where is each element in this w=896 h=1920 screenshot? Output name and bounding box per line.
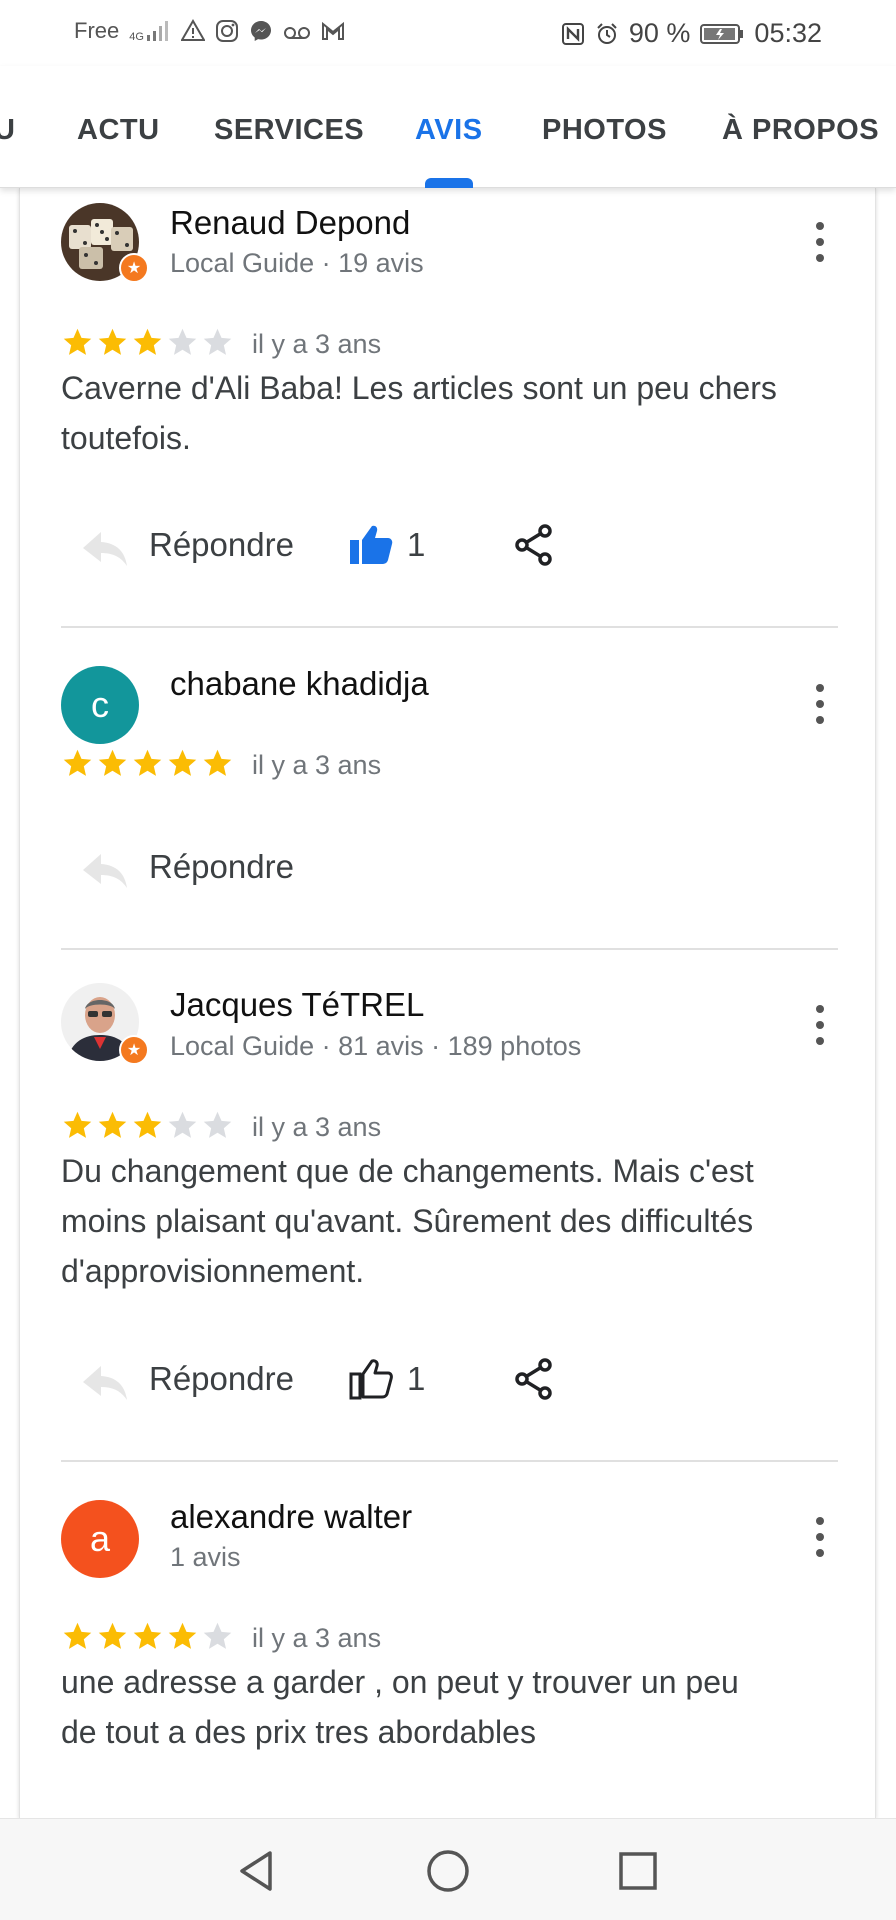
star-filled-icon — [98, 1111, 127, 1138]
tab-overview[interactable]: U — [0, 114, 15, 147]
avatar[interactable]: a — [61, 1500, 139, 1578]
star-filled-icon — [63, 1622, 92, 1649]
thumbs-up-outline-icon[interactable] — [348, 1356, 394, 1402]
like-count: 1 — [407, 526, 426, 563]
reply-arrow-icon[interactable] — [81, 1362, 129, 1402]
status-bar: Free 4G 90 % 05:32 — [0, 0, 896, 66]
like-count: 1 — [407, 1360, 426, 1397]
voicemail-icon — [283, 27, 310, 39]
reply-arrow-icon[interactable] — [81, 528, 129, 568]
review-author[interactable]: Jacques TéTREL — [170, 986, 424, 1024]
review-actions: Répondre 1 — [61, 516, 761, 576]
more-vert-icon[interactable] — [810, 1005, 830, 1045]
star-empty-icon — [203, 328, 232, 355]
warning-icon — [180, 19, 205, 41]
star-rating — [61, 1109, 234, 1142]
status-left: Free 4G — [74, 18, 345, 44]
local-guide-badge-icon: ★ — [119, 253, 149, 283]
star-filled-icon — [98, 1622, 127, 1649]
star-filled-icon — [98, 749, 127, 776]
review-author-meta: Local Guide · 19 avis — [170, 248, 424, 278]
star-rating — [61, 326, 234, 359]
star-filled-icon — [168, 749, 197, 776]
star-rating — [61, 747, 234, 780]
review-time: il y a 3 ans — [252, 329, 382, 359]
star-filled-icon — [133, 328, 162, 355]
share-icon[interactable] — [514, 524, 554, 566]
review-text: une adresse a garder , on peut y trouver… — [61, 1664, 739, 1750]
tab-avis[interactable]: AVIS — [415, 114, 483, 147]
nfc-icon — [561, 22, 584, 45]
battery-percent: 90 % — [628, 18, 691, 48]
star-empty-icon — [168, 328, 197, 355]
tab-photos[interactable]: PHOTOS — [542, 114, 667, 147]
star-filled-icon — [203, 749, 232, 776]
review-time: il y a 3 ans — [252, 1112, 382, 1142]
reply-button[interactable]: Répondre — [149, 848, 294, 886]
star-filled-icon — [63, 1111, 92, 1138]
alarm-icon — [597, 22, 617, 44]
avatar-letter: c — [91, 684, 109, 725]
share-icon[interactable] — [514, 1358, 554, 1400]
star-empty-icon — [203, 1111, 232, 1138]
reply-button[interactable]: Répondre — [149, 1360, 294, 1398]
star-filled-icon — [168, 1622, 197, 1649]
more-vert-icon[interactable] — [810, 1517, 830, 1557]
review-author[interactable]: Renaud Depond — [170, 204, 410, 242]
instagram-icon — [215, 20, 238, 42]
square-recents-icon[interactable] — [614, 1847, 662, 1895]
gmail-icon — [321, 21, 344, 40]
review-author-meta: Local Guide · 81 avis · 189 photos — [170, 1031, 582, 1061]
active-tab-indicator — [425, 178, 473, 188]
status-right: 90 % 05:32 — [561, 18, 822, 49]
circle-home-icon[interactable] — [424, 1847, 472, 1895]
carrier-name: Free — [74, 18, 120, 43]
star-empty-icon — [203, 1622, 232, 1649]
star-filled-icon — [133, 1111, 162, 1138]
review-actions: Répondre 1 — [61, 1350, 761, 1410]
messenger-icon — [250, 21, 271, 41]
review-time: il y a 3 ans — [252, 750, 382, 780]
star-filled-icon — [133, 749, 162, 776]
review-actions: Répondre — [61, 838, 761, 898]
tab-services[interactable]: SERVICES — [214, 114, 364, 147]
reply-arrow-icon[interactable] — [81, 850, 129, 890]
more-vert-icon[interactable] — [810, 222, 830, 262]
battery-icon — [700, 23, 744, 44]
signal-icon — [146, 21, 168, 41]
star-empty-icon — [168, 1111, 197, 1138]
reply-button[interactable]: Répondre — [149, 526, 294, 564]
avatar-letter: a — [89, 1518, 111, 1559]
review-text: Caverne d'Ali Baba! Les articles sont un… — [61, 370, 777, 456]
more-vert-icon[interactable] — [810, 684, 830, 724]
star-filled-icon — [63, 749, 92, 776]
divider — [61, 626, 838, 628]
thumbs-up-icon[interactable] — [348, 522, 394, 568]
clock: 05:32 — [754, 18, 822, 48]
star-filled-icon — [98, 328, 127, 355]
review-text: Du changement que de changements. Mais c… — [61, 1153, 754, 1289]
divider — [61, 948, 838, 950]
triangle-back-icon[interactable] — [232, 1847, 280, 1895]
tab-actu[interactable]: ACTU — [77, 114, 160, 147]
place-tabs: U ACTU SERVICES AVIS PHOTOS À PROPOS — [0, 66, 896, 188]
system-nav-bar — [0, 1818, 896, 1920]
star-rating — [61, 1620, 234, 1653]
review-author[interactable]: alexandre walter — [170, 1498, 412, 1536]
review-author-meta: 1 avis — [170, 1542, 241, 1572]
reviews-list: ★ Renaud Depond Local Guide · 19 avis il… — [19, 188, 876, 1818]
review-author[interactable]: chabane khadidja — [170, 665, 429, 703]
star-filled-icon — [63, 328, 92, 355]
network-label: 4G — [129, 31, 144, 43]
network-type: 4G — [129, 19, 171, 43]
star-filled-icon — [133, 1622, 162, 1649]
avatar[interactable]: c — [61, 666, 139, 744]
local-guide-badge-icon: ★ — [119, 1035, 149, 1065]
review-time: il y a 3 ans — [252, 1623, 382, 1653]
divider — [61, 1460, 838, 1462]
tab-a-propos[interactable]: À PROPOS — [722, 114, 879, 147]
